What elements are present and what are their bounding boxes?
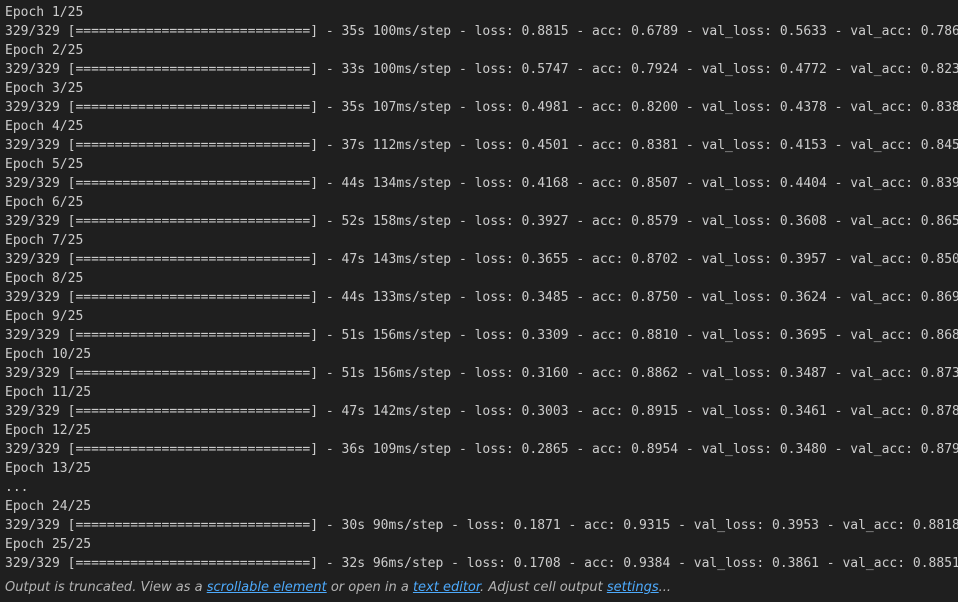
log-line: ... (5, 480, 29, 495)
truncation-middle: or open in a (326, 580, 413, 595)
log-line: Epoch 9/25 (5, 309, 84, 324)
log-line: Epoch 1/25 (5, 5, 84, 20)
truncation-suffix: ... (658, 580, 672, 595)
log-line: 329/329 [==============================]… (5, 214, 958, 229)
log-line: Epoch 13/25 (5, 461, 92, 476)
log-line: 329/329 [==============================]… (5, 290, 958, 305)
truncation-prefix: Output is truncated. View as a (5, 580, 207, 595)
log-line: Epoch 7/25 (5, 233, 84, 248)
log-line: Epoch 4/25 (5, 119, 84, 134)
training-log: Epoch 1/25 329/329 [=====================… (5, 3, 958, 573)
log-line: 329/329 [==============================]… (5, 100, 958, 115)
log-line: 329/329 [==============================]… (5, 176, 958, 191)
log-line: Epoch 10/25 (5, 347, 92, 362)
log-line: 329/329 [==============================]… (5, 556, 958, 571)
truncation-after-editor: . Adjust cell output (480, 580, 607, 595)
log-line: Epoch 12/25 (5, 423, 92, 438)
log-line: 329/329 [==============================]… (5, 138, 958, 153)
log-line: Epoch 2/25 (5, 43, 84, 58)
log-line: 329/329 [==============================]… (5, 366, 958, 381)
log-line: Epoch 24/25 (5, 499, 92, 514)
log-line: Epoch 6/25 (5, 195, 84, 210)
log-line: Epoch 25/25 (5, 537, 92, 552)
log-line: 329/329 [==============================]… (5, 518, 958, 533)
log-line: Epoch 3/25 (5, 81, 84, 96)
truncation-notice: Output is truncated. View as a scrollabl… (5, 578, 671, 597)
log-line: 329/329 [==============================]… (5, 252, 958, 267)
log-line: Epoch 5/25 (5, 157, 84, 172)
text-editor-link[interactable]: text editor (413, 580, 480, 595)
cell-output-panel: Epoch 1/25 329/329 [=====================… (0, 0, 958, 602)
log-line: 329/329 [==============================]… (5, 62, 958, 77)
log-line: 329/329 [==============================]… (5, 24, 958, 39)
output-settings-link[interactable]: settings (607, 580, 659, 595)
log-line: 329/329 [==============================]… (5, 404, 958, 419)
log-line: 329/329 [==============================]… (5, 442, 958, 457)
log-line: 329/329 [==============================]… (5, 328, 958, 343)
log-line: Epoch 11/25 (5, 385, 92, 400)
scrollable-element-link[interactable]: scrollable element (207, 580, 327, 595)
log-line: Epoch 8/25 (5, 271, 84, 286)
